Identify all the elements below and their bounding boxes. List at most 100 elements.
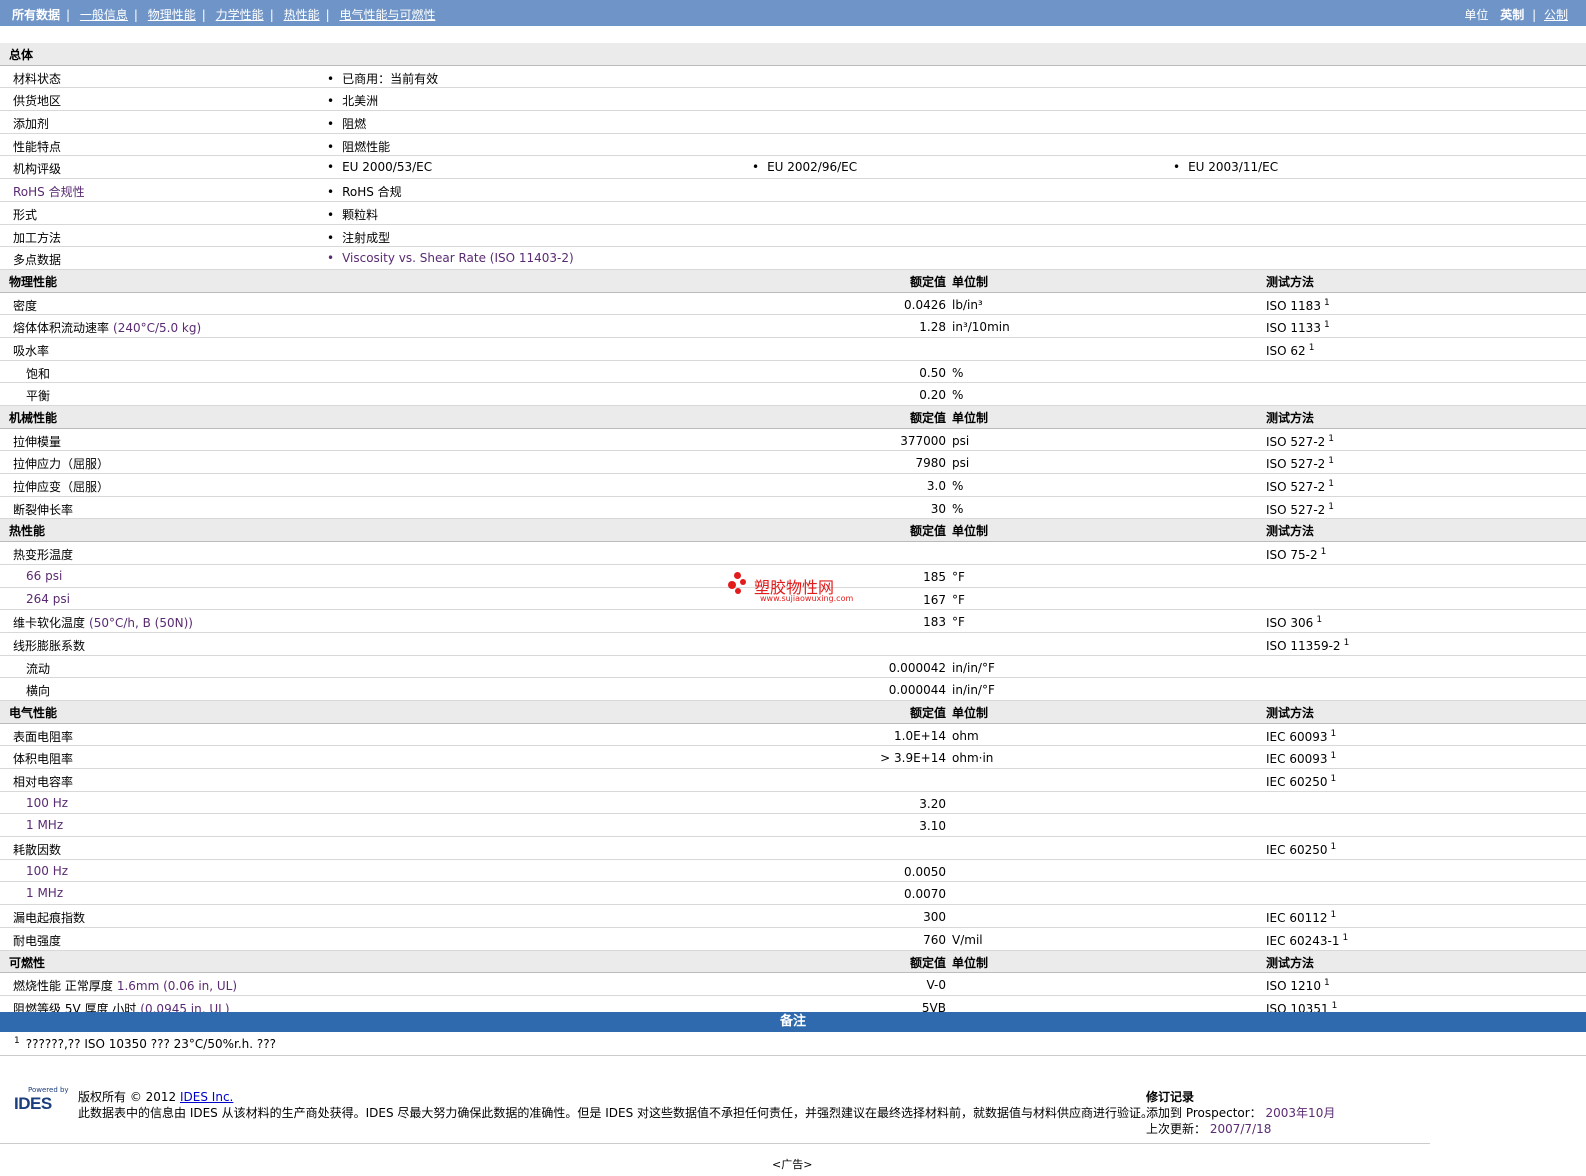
property-label: 平衡 (26, 387, 50, 404)
property-value: 30 (930, 501, 946, 516)
property-name: 熔体体积流动速率 (13, 321, 110, 336)
property-unit: psi (952, 433, 970, 448)
section-title: 热性能 (9, 524, 46, 539)
header-method: 测试方法 (1266, 955, 1315, 970)
test-method: ISO 527-2 1 (1266, 456, 1334, 471)
general-row: 性能特点 阻燃性能 (0, 134, 1586, 157)
property-value: 3.0 (926, 479, 946, 494)
general-row: 加工方法 注射成型 (0, 225, 1586, 248)
property-unit: °F (952, 592, 965, 607)
method-name: ISO 306 (1266, 616, 1314, 631)
property-label: 拉伸应变（屈服） (13, 478, 109, 495)
property-label: 表面电阻率 (13, 728, 73, 745)
property-name: 耗散因数 (13, 843, 62, 858)
row-label: 供货地区 (13, 94, 62, 109)
row-value: 已商用：当前有效 (327, 70, 438, 87)
property-name: 饱和 (26, 366, 51, 381)
test-method: IEC 60093 1 (1266, 751, 1336, 766)
property-row: 横向 0.000044 in/in/°F (0, 678, 1586, 701)
unit-switch: 单位 英制 | 公制 (1464, 8, 1568, 22)
method-name: ISO 75-2 (1266, 548, 1318, 563)
ides-link[interactable]: IDES Inc. (180, 1090, 233, 1104)
test-method: IEC 60243-1 1 (1266, 933, 1348, 948)
property-name: 拉伸应变（屈服） (13, 480, 110, 495)
property-unit: psi (952, 456, 970, 471)
nav-general[interactable]: 一般信息 (80, 8, 128, 22)
property-row: 流动 0.000042 in/in/°F (0, 656, 1586, 679)
property-value: 0.000042 (888, 660, 946, 675)
header-method: 测试方法 (1266, 524, 1315, 539)
property-unit: lb/in³ (952, 297, 983, 312)
header-method: 测试方法 (1266, 274, 1315, 289)
test-method: IEC 60250 1 (1266, 842, 1336, 857)
property-label: 100 Hz (26, 796, 68, 810)
property-name: 1 MHz (26, 886, 64, 901)
method-name: ISO 527-2 (1266, 457, 1326, 472)
nav-electrical[interactable]: 电气性能与可燃性 (339, 8, 435, 22)
property-value: > 3.9E+14 (880, 751, 946, 766)
property-value: 183 (923, 615, 946, 630)
test-method: ISO 11359-2 1 (1266, 638, 1349, 653)
property-label: 断裂伸长率 (13, 501, 73, 518)
property-row: 漏电起痕指数 300 IEC 60112 1 (0, 905, 1586, 928)
footnote-ref: 1 (1330, 842, 1337, 853)
nav-physical[interactable]: 物理性能 (148, 8, 196, 22)
header-value: 额定值 (909, 274, 946, 289)
property-unit: in³/10min (952, 320, 1010, 335)
property-name: 66 psi (26, 568, 63, 583)
property-row: 相对电容率 IEC 60250 1 (0, 769, 1586, 792)
section-title: 可燃性 (9, 955, 46, 970)
multipoint-link[interactable]: Viscosity vs. Shear Rate (ISO 11403-2) (327, 251, 574, 265)
property-label: 相对电容率 (13, 773, 73, 790)
general-row: 机构评级 EU 2000/53/EC EU 2002/96/EC EU 2003/11… (0, 156, 1586, 180)
property-label: 饱和 (26, 365, 50, 382)
property-name: 吸水率 (13, 343, 50, 358)
property-unit: % (952, 501, 964, 516)
header-unit: 单位制 (952, 524, 989, 539)
row-value: EU 2003/11/EC (1173, 160, 1278, 174)
property-row: 耐电强度 760 V/mil IEC 60243-1 1 (0, 928, 1586, 951)
property-condition: (50°C/h, B (50N)) (89, 616, 193, 631)
property-label: 1 MHz (26, 818, 63, 832)
nav-thermal[interactable]: 热性能 (284, 8, 320, 22)
property-value: 0.0070 (904, 887, 946, 902)
method-name: IEC 60093 (1266, 729, 1328, 744)
property-row: 熔体体积流动速率 (240°C/5.0 kg) 1.28 in³/10min ISO 1… (0, 315, 1586, 338)
nav-all-data[interactable]: 所有数据 (12, 8, 60, 22)
property-row: 拉伸应力（屈服） 7980 psi ISO 527-2 1 (0, 451, 1586, 475)
property-value: 377000 (900, 433, 946, 448)
property-row: 体积电阻率 > 3.9E+14 ohm·in IEC 60093 1 (0, 746, 1586, 769)
property-value: V-0 (926, 978, 946, 993)
property-condition: 1.6mm (0.06 in, UL) (116, 979, 238, 994)
general-row: RoHS 合规性 RoHS 合规 (0, 179, 1586, 202)
test-method: IEC 60093 1 (1266, 729, 1336, 744)
section-title: 总体 (9, 48, 34, 62)
property-label: 66 psi (26, 569, 62, 583)
updated-label: 上次更新： (1146, 1122, 1207, 1136)
property-name: 表面电阻率 (13, 729, 74, 744)
footnote-ref: 1 (1308, 342, 1315, 353)
copyright-block: 版权所有 © 2012 IDES Inc. 此数据表中的信息由 IDES 从该材… (78, 1089, 1153, 1121)
property-name: 维卡软化温度 (13, 616, 86, 631)
property-row: 拉伸应变（屈服） 3.0% ISO 527-2 1 (0, 474, 1586, 497)
revision-record: 修订记录 添加到 Prospector： 2003年10月 上次更新： 2007… (1146, 1089, 1335, 1137)
ides-logo[interactable]: Powered by IDES (8, 1086, 70, 1116)
unit-metric-link[interactable]: 公制 (1544, 8, 1568, 22)
nav-mechanical[interactable]: 力学性能 (216, 8, 264, 22)
property-condition: (240°C/5.0 kg) (113, 321, 202, 336)
property-unit: % (952, 479, 964, 494)
row-label: 材料状态 (13, 71, 62, 86)
property-row: 热变形温度 ISO 75-2 1 (0, 542, 1586, 565)
header-method: 测试方法 (1266, 411, 1315, 425)
test-method: ISO 527-2 1 (1266, 502, 1334, 517)
property-unit: V/mil (952, 932, 983, 947)
property-row: 饱和 0.50% (0, 361, 1586, 384)
property-label: 1 MHz (26, 886, 63, 900)
unit-imperial: 英制 (1500, 8, 1525, 22)
property-value: 1.0E+14 (894, 728, 946, 743)
property-value: 300 (923, 910, 946, 925)
header-method: 测试方法 (1266, 705, 1315, 720)
row-value: 阻燃 (327, 115, 366, 132)
method-name: IEC 60112 (1266, 911, 1328, 926)
property-name: 体积电阻率 (13, 752, 74, 767)
